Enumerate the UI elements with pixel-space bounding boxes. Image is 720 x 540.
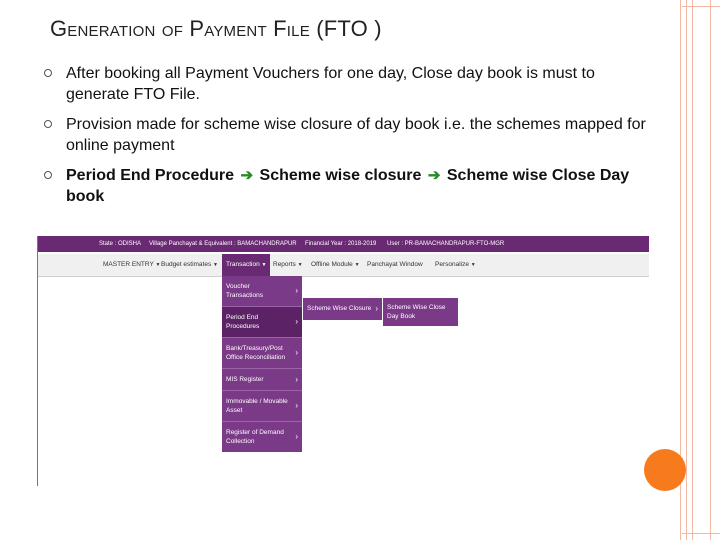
dropdown-item[interactable]: Bank/Treasury/Post Office Reconciliation…	[222, 338, 302, 369]
bullet-item: Provision made for scheme wise closure o…	[44, 114, 664, 156]
path-step-2: Scheme wise closure	[259, 167, 422, 184]
chevron-right-icon: ›	[375, 304, 378, 313]
chevron-down-icon: ▼	[297, 262, 303, 268]
chevron-right-icon: ›	[295, 432, 298, 441]
chevron-right-icon: ›	[295, 348, 298, 357]
bullet-icon	[44, 171, 52, 179]
status-user: User : PR-BAMACHANDRAPUR-FTO-MGR	[387, 241, 505, 247]
status-panchayat: Village Panchayat & Equivalent : BAMACHA…	[149, 241, 297, 247]
status-bar: State : ODISHA Village Panchayat & Equiv…	[37, 236, 649, 252]
border-line	[710, 0, 711, 540]
chevron-down-icon: ▼	[213, 262, 218, 268]
dropdown-item[interactable]: Immovable / Movable Asset ›	[222, 391, 302, 422]
slide-title: Generation of Payment File (FTO )	[50, 16, 382, 41]
chevron-down-icon: ▼	[470, 262, 476, 268]
menu-reports[interactable]: Reports ▼	[273, 254, 303, 276]
decorative-circle	[644, 449, 686, 491]
menu-personalize[interactable]: Personalize ▼	[435, 254, 476, 276]
status-year: Financial Year : 2018-2019	[305, 241, 377, 247]
submenu-scheme-wise-closure[interactable]: Scheme Wise Closure ›	[303, 298, 382, 320]
screenshot-edge	[37, 236, 38, 486]
border-line	[682, 6, 720, 7]
menu-bar: MASTER ENTRY ▼ Budget estimates ▼ Transa…	[37, 254, 649, 277]
bullet-text: Period End Procedure ➔ Scheme wise closu…	[66, 165, 652, 207]
border-line	[686, 0, 687, 540]
menu-budget-estimates[interactable]: Budget estimates ▼	[161, 254, 218, 276]
dropdown-item[interactable]: MIS Register ›	[222, 369, 302, 391]
chevron-down-icon: ▼	[261, 262, 267, 268]
menu-transaction[interactable]: Transaction ▼	[222, 254, 271, 276]
dropdown-item[interactable]: Voucher Transactions ›	[222, 276, 302, 307]
bullet-text: After booking all Payment Vouchers for o…	[66, 65, 595, 103]
menu-panchayat-window[interactable]: Panchayat Window	[367, 254, 423, 276]
menu-master-entry[interactable]: MASTER ENTRY ▼	[103, 254, 160, 276]
chevron-down-icon: ▼	[155, 262, 161, 268]
bullet-icon	[44, 120, 52, 128]
submenu-close-day-book[interactable]: Scheme Wise Close Day Book	[383, 298, 458, 326]
arrow-right-icon: ➔	[427, 167, 441, 184]
border-line	[692, 0, 693, 540]
bullet-item: Period End Procedure ➔ Scheme wise closu…	[44, 165, 664, 207]
bullet-icon	[44, 69, 52, 77]
menu-offline-module[interactable]: Offline Module ▼	[311, 254, 360, 276]
chevron-right-icon: ›	[295, 374, 298, 384]
chevron-right-icon: ›	[295, 286, 298, 295]
transaction-dropdown: Voucher Transactions › Period End Procedu…	[222, 276, 302, 452]
chevron-right-icon: ›	[295, 401, 298, 410]
border-line	[682, 533, 720, 534]
arrow-right-icon: ➔	[240, 167, 254, 184]
app-screenshot: State : ODISHA Village Panchayat & Equiv…	[37, 236, 649, 486]
dropdown-item[interactable]: Period End Procedures ›	[222, 307, 302, 338]
bullet-item: After booking all Payment Vouchers for o…	[44, 63, 664, 105]
status-state: State : ODISHA	[99, 241, 142, 247]
chevron-down-icon: ▼	[354, 262, 360, 268]
bullet-list: After booking all Payment Vouchers for o…	[44, 63, 664, 216]
bullet-text: Provision made for scheme wise closure o…	[66, 116, 646, 154]
chevron-right-icon: ›	[295, 317, 298, 326]
dropdown-item[interactable]: Register of Demand Collection ›	[222, 422, 302, 452]
path-step-1: Period End Procedure	[66, 167, 235, 184]
